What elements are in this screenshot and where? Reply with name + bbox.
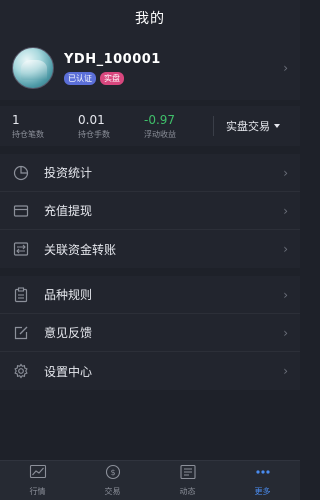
- avatar[interactable]: [12, 47, 54, 89]
- stat-lots: 0.01 持仓手数: [78, 113, 144, 140]
- chevron-right-icon: ›: [283, 165, 288, 180]
- chart-icon: [29, 464, 47, 484]
- stat-label: 浮动收益: [144, 129, 176, 139]
- card-icon: [12, 202, 30, 220]
- menu-item-label: 投资统计: [44, 166, 93, 180]
- title-bar: 我的: [0, 0, 300, 36]
- stat-positions: 1 持仓笔数: [12, 113, 78, 140]
- tab-trade[interactable]: $ 交易: [75, 461, 150, 500]
- chevron-right-icon: ›: [283, 287, 288, 302]
- clipboard-icon: [12, 286, 30, 304]
- chevron-right-icon: ›: [283, 61, 288, 75]
- tab-more[interactable]: 更多: [225, 461, 300, 500]
- profile-info: YDH_100001 已认证 实盘: [64, 52, 161, 85]
- profile-card[interactable]: YDH_100001 已认证 实盘 ›: [0, 36, 300, 100]
- transfer-icon: [12, 240, 30, 258]
- menu-item-label: 品种规则: [44, 288, 93, 302]
- page-title: 我的: [135, 11, 165, 27]
- news-icon: [179, 464, 197, 484]
- dollar-icon: $: [104, 464, 122, 484]
- menu-item-label: 充值提现: [44, 204, 93, 218]
- bottom-nav: 行情 $ 交易 动态 更多: [0, 460, 300, 500]
- stat-value: 1: [12, 112, 20, 127]
- chevron-right-icon: ›: [283, 242, 288, 256]
- tab-label: 交易: [104, 487, 121, 496]
- tab-label: 行情: [29, 487, 46, 496]
- chevron-right-icon: ›: [283, 325, 288, 340]
- menu-group-general: 品种规则 › 意见反馈 › 设置中心 ›: [0, 276, 300, 390]
- edit-icon: [12, 324, 30, 342]
- real-account-badge: 实盘: [100, 71, 124, 85]
- chevron-right-icon: ›: [283, 203, 288, 218]
- stat-floating-pnl: -0.97 浮动收益: [144, 113, 210, 140]
- menu-item-feedback[interactable]: 意见反馈 ›: [0, 314, 300, 352]
- menu-item-deposit-withdraw[interactable]: 充值提现 ›: [0, 192, 300, 230]
- verified-badge: 已认证: [64, 71, 96, 85]
- tab-label: 动态: [179, 487, 196, 496]
- stat-value: 0.01: [78, 112, 105, 127]
- divider: [213, 116, 214, 136]
- menu-item-product-rules[interactable]: 品种规则 ›: [0, 276, 300, 314]
- caret-down-icon: [274, 124, 280, 128]
- username: YDH_100001: [64, 51, 161, 67]
- svg-text:$: $: [110, 468, 115, 477]
- tab-news[interactable]: 动态: [150, 461, 225, 500]
- menu-item-label: 设置中心: [44, 364, 93, 379]
- tab-label: 更多: [254, 487, 271, 496]
- account-stats: 1 持仓笔数 0.01 持仓手数 -0.97 浮动收益 实盘交易: [0, 106, 300, 146]
- badge-row: 已认证 实盘: [64, 71, 161, 85]
- pie-chart-icon: [12, 164, 30, 182]
- more-icon: [254, 464, 272, 484]
- chevron-right-icon: ›: [283, 364, 288, 378]
- menu-item-label: 意见反馈: [44, 326, 93, 340]
- gear-icon: [12, 362, 30, 380]
- stat-label: 持仓笔数: [12, 129, 44, 139]
- menu-item-investment-stats[interactable]: 投资统计 ›: [0, 154, 300, 192]
- menu-item-label: 关联资金转账: [44, 242, 117, 257]
- menu-item-settings[interactable]: 设置中心 ›: [0, 352, 300, 390]
- app: 我的 YDH_100001 已认证 实盘 › 1 持仓笔数 0.01 持仓手数 …: [0, 0, 300, 500]
- tab-market[interactable]: 行情: [0, 461, 75, 500]
- trade-mode-dropdown[interactable]: 实盘交易: [226, 118, 280, 134]
- stat-value: -0.97: [144, 112, 176, 127]
- stat-label: 持仓手数: [78, 129, 110, 139]
- menu-group-finance: 投资统计 › 充值提现 › 关联资金转账 ›: [0, 154, 300, 268]
- menu-item-linked-transfer[interactable]: 关联资金转账 ›: [0, 230, 300, 268]
- trade-mode-label: 实盘交易: [226, 120, 270, 133]
